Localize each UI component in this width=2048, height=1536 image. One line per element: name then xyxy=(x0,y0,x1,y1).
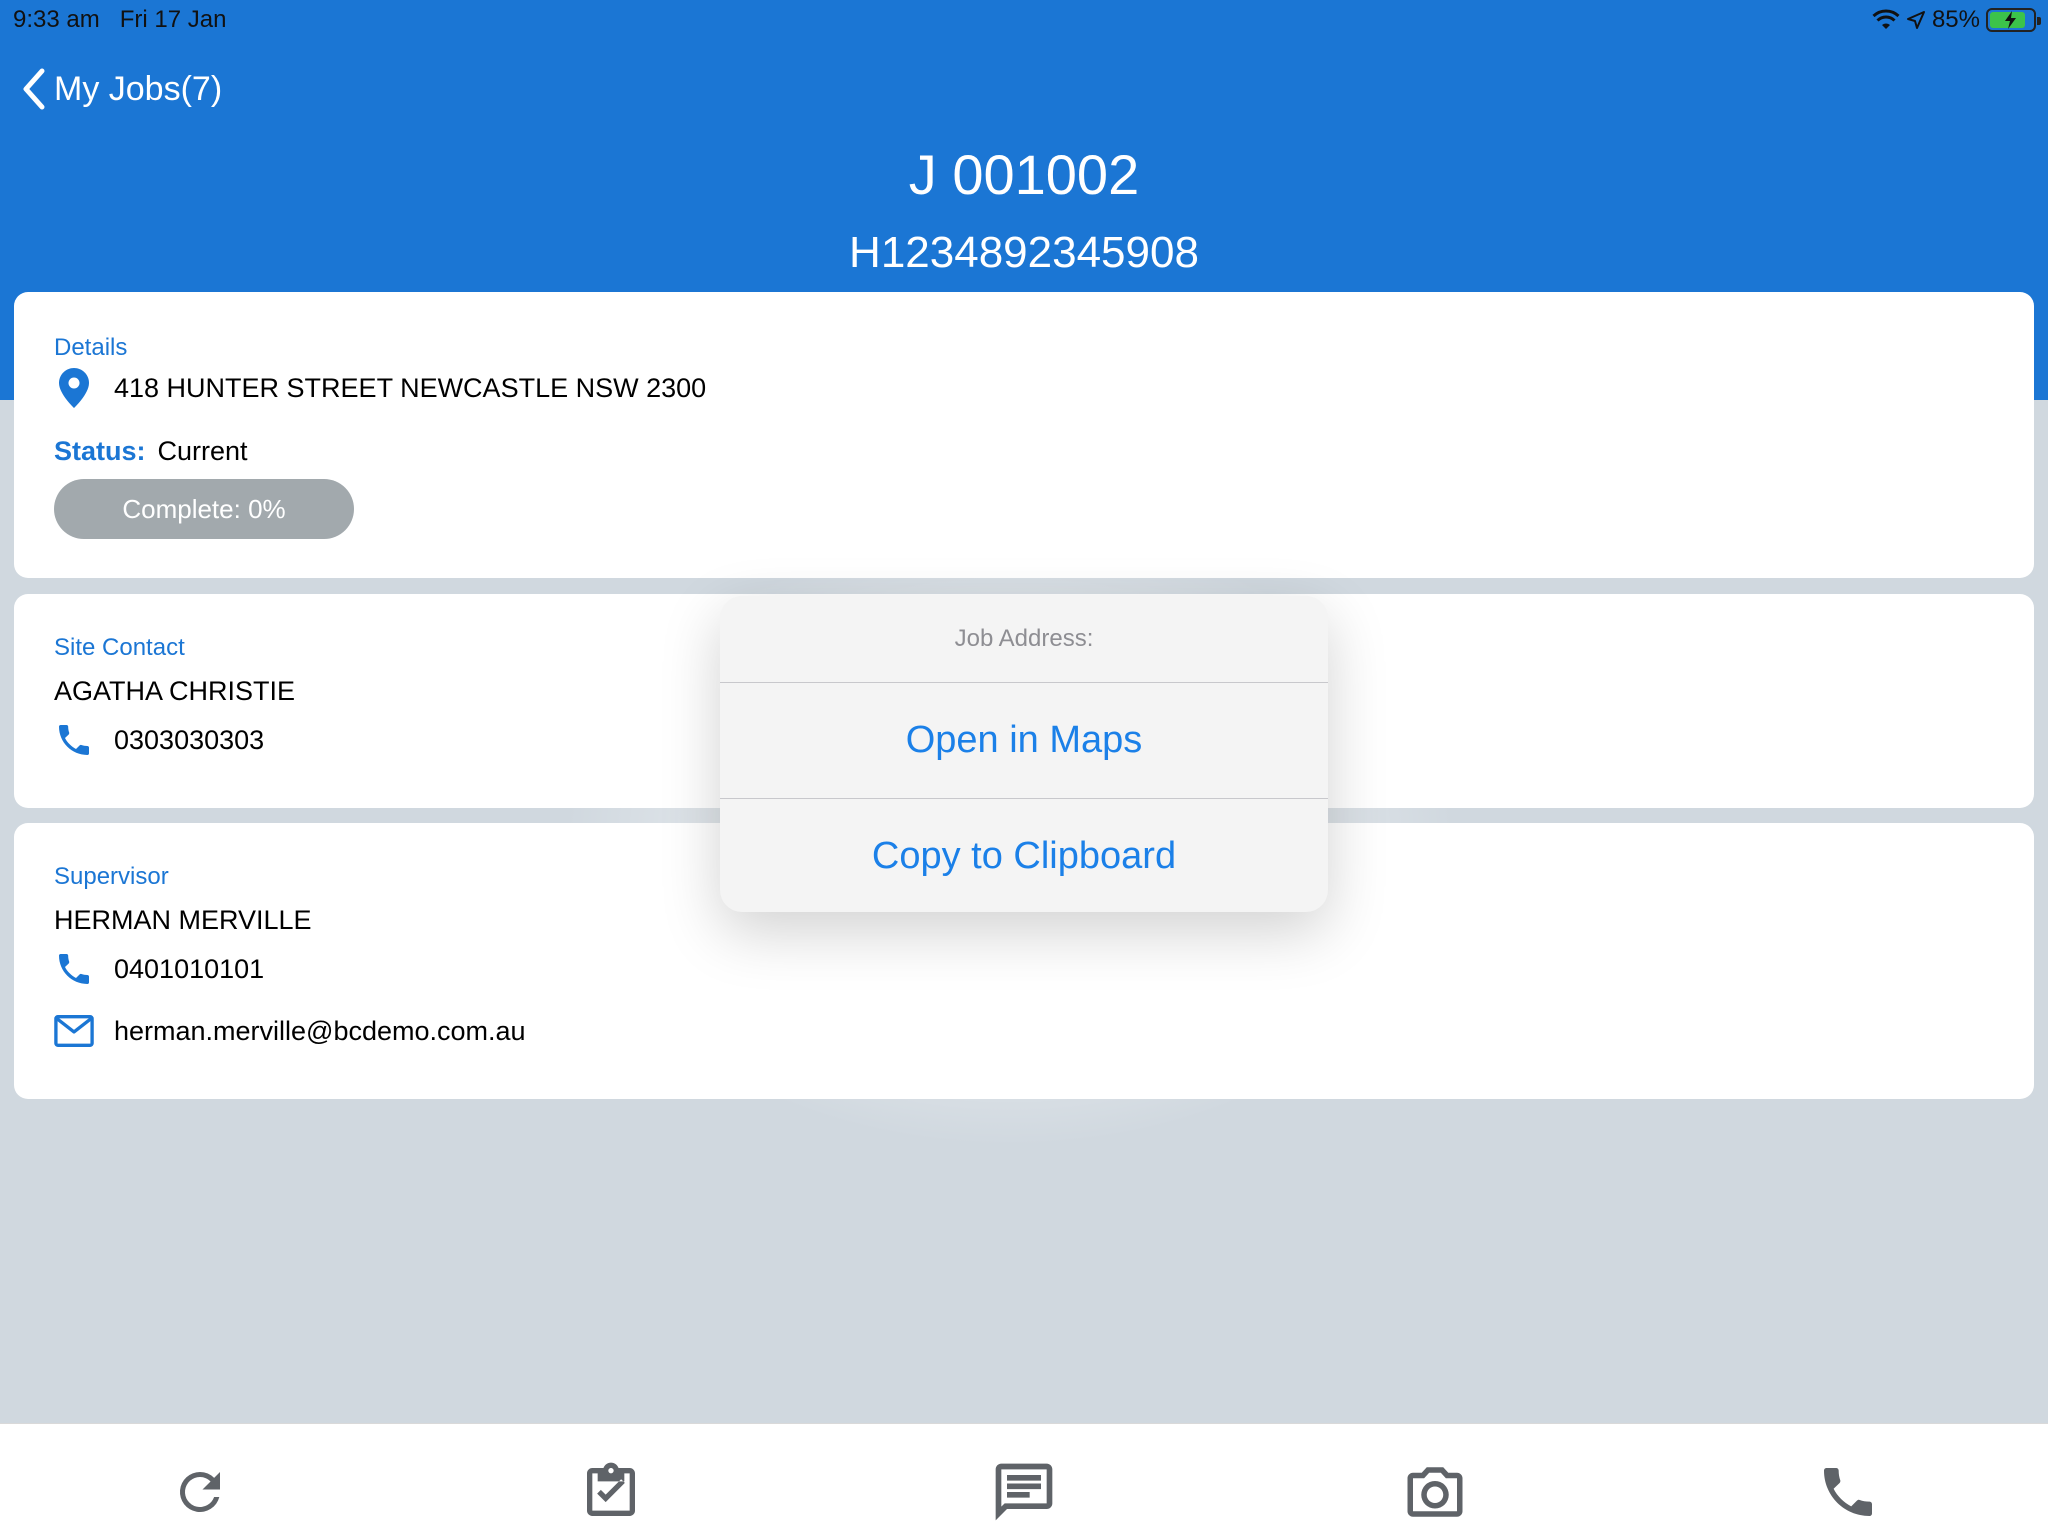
checklist-button[interactable] xyxy=(571,1452,651,1532)
status-date: Fri 17 Jan xyxy=(119,6,227,33)
supervisor-section-label: Supervisor xyxy=(54,863,169,890)
phone-icon xyxy=(54,720,94,760)
phone-icon xyxy=(54,949,94,989)
battery-percent: 85% xyxy=(1931,6,1980,33)
supervisor-email-row[interactable]: herman.merville@bcdemo.com.au xyxy=(54,1011,526,1051)
notes-button[interactable] xyxy=(984,1452,1064,1532)
supervisor-phone: 0401010101 xyxy=(114,953,265,984)
status-indicators: 85% xyxy=(1872,6,2041,34)
site-contact-section-label: Site Contact xyxy=(54,634,185,661)
location-icon xyxy=(1906,11,1925,29)
copy-to-clipboard-button[interactable]: Copy to Clipboard xyxy=(720,798,1328,912)
job-number: J 001002 xyxy=(908,143,1140,206)
chevron-left-icon xyxy=(23,68,45,110)
status-label: Status: xyxy=(54,436,146,466)
site-contact-phone-row[interactable]: 0303030303 xyxy=(54,720,264,760)
complete-progress-badge[interactable]: Complete: 0% xyxy=(54,479,354,539)
camera-icon xyxy=(1407,1467,1463,1517)
message-icon xyxy=(995,1463,1053,1521)
status-value: Current xyxy=(157,436,248,466)
status-time: 9:33 am Fri 17 Jan xyxy=(13,6,226,34)
refresh-button[interactable] xyxy=(160,1452,240,1532)
back-label: My Jobs(7) xyxy=(54,69,223,108)
address-row[interactable]: 418 HUNTER STREET NEWCASTLE NSW 2300 xyxy=(54,368,706,408)
job-reference: H1234892345908 xyxy=(849,228,1199,277)
status-clock: 9:33 am xyxy=(13,6,100,33)
site-contact-name: AGATHA CHRISTIE xyxy=(54,676,296,706)
job-address-action-sheet: Job Address: Open in Maps Copy to Clipbo… xyxy=(720,596,1328,912)
job-address: 418 HUNTER STREET NEWCASTLE NSW 2300 xyxy=(114,372,707,403)
mail-icon xyxy=(54,1011,94,1051)
site-contact-phone: 0303030303 xyxy=(114,724,265,755)
status-row: Status: Current xyxy=(54,436,248,467)
action-sheet-title: Job Address: xyxy=(720,596,1328,683)
details-card: Details 418 HUNTER STREET NEWCASTLE NSW … xyxy=(14,292,2034,578)
back-button[interactable]: My Jobs(7) xyxy=(22,68,222,110)
battery-icon xyxy=(1986,8,2041,32)
details-section-label: Details xyxy=(54,334,128,361)
wifi-icon xyxy=(1872,9,1900,29)
supervisor-email: herman.merville@bcdemo.com.au xyxy=(114,1015,526,1046)
status-bar: 9:33 am Fri 17 Jan 85% xyxy=(0,0,2048,40)
refresh-icon xyxy=(179,1472,220,1512)
map-pin-icon xyxy=(54,368,94,408)
progress-label: Complete: 0% xyxy=(122,493,286,524)
clipboard-check-icon xyxy=(587,1462,635,1516)
supervisor-name: HERMAN MERVILLE xyxy=(54,905,312,935)
open-in-maps-button[interactable]: Open in Maps xyxy=(720,683,1328,798)
phone-icon xyxy=(1824,1468,1872,1516)
call-button[interactable] xyxy=(1808,1452,1888,1532)
supervisor-phone-row[interactable]: 0401010101 xyxy=(54,949,264,989)
bottom-toolbar xyxy=(0,1423,2048,1536)
camera-button[interactable] xyxy=(1395,1452,1475,1532)
charging-bolt-icon xyxy=(2005,11,2016,29)
